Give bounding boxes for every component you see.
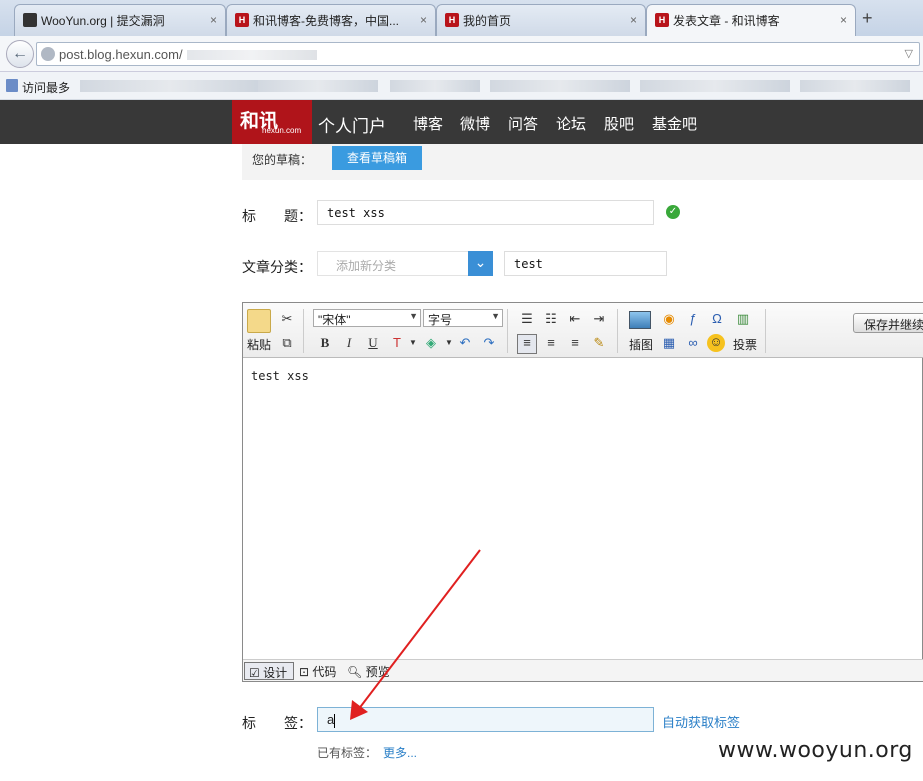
watermark: www.wooyun.org [718, 738, 913, 763]
close-icon[interactable]: × [840, 13, 847, 27]
annotation-arrow [350, 549, 481, 720]
tab-title: 发表文章 - 和讯博客 [673, 14, 780, 28]
hexun-favicon-icon: H [655, 13, 669, 27]
tab-post-article[interactable]: H 发表文章 - 和讯博客 × [646, 4, 856, 36]
arrow-shaft [357, 549, 481, 711]
arrow-head [350, 700, 368, 720]
